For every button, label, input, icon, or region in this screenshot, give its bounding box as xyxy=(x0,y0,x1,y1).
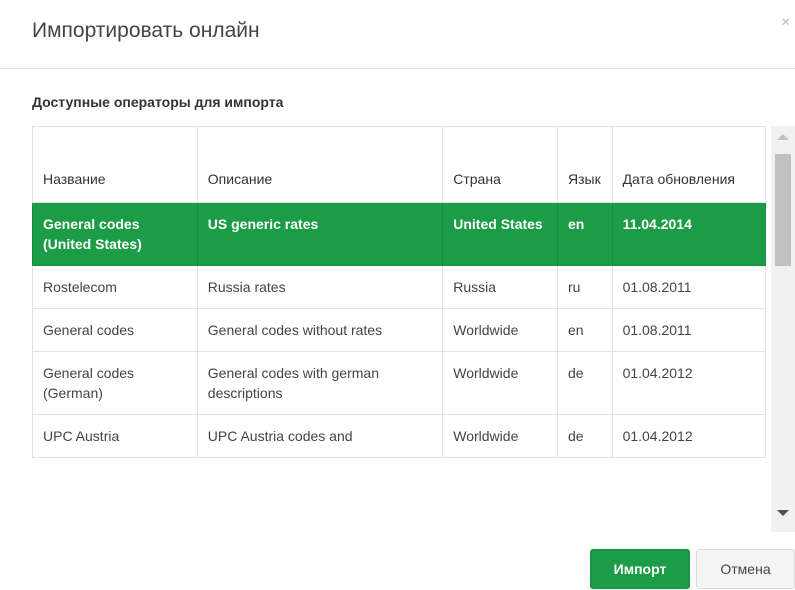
header-language[interactable]: Язык xyxy=(557,126,613,203)
cell-name: Rostelecom xyxy=(32,265,198,309)
scroll-down-arrow-icon[interactable] xyxy=(777,510,789,516)
cell-language: de xyxy=(557,351,613,415)
table-row[interactable]: UPC Austria UPC Austria codes and Worldw… xyxy=(32,414,766,458)
cell-date: 11.04.2014 xyxy=(611,202,766,266)
header-name[interactable]: Название xyxy=(32,126,198,203)
header-date[interactable]: Дата обновления xyxy=(611,126,766,203)
table-scrollbar[interactable] xyxy=(771,126,795,532)
cell-description: General codes with german descriptions xyxy=(196,351,444,415)
cell-name: General codes (German) xyxy=(32,351,198,415)
cell-name: UPC Austria xyxy=(32,414,198,458)
cell-name: General codes xyxy=(32,308,198,352)
cell-date: 01.04.2012 xyxy=(611,414,766,458)
close-icon[interactable]: × xyxy=(781,14,793,32)
cell-description: US generic rates xyxy=(196,202,444,266)
dialog-header: Импортировать онлайн × xyxy=(0,0,795,69)
header-country[interactable]: Страна xyxy=(442,126,559,203)
table-row[interactable]: General codes (German) General codes wit… xyxy=(32,351,766,415)
cell-description: UPC Austria codes and xyxy=(196,414,444,458)
cell-language: ru xyxy=(557,265,613,309)
cell-country: Russia xyxy=(442,265,559,309)
section-label: Доступные операторы для импорта xyxy=(32,94,284,110)
cancel-button[interactable]: Отмена xyxy=(696,549,795,589)
cell-language: de xyxy=(557,414,613,458)
cell-date: 01.08.2011 xyxy=(611,265,766,309)
table-row[interactable]: Rostelecom Russia rates Russia ru 01.08.… xyxy=(32,265,766,309)
cell-country: United States xyxy=(442,202,559,266)
operators-table: Название Описание Страна Язык Дата обнов… xyxy=(32,126,766,458)
cell-description: General codes without rates xyxy=(196,308,444,352)
cell-name: General codes (United States) xyxy=(32,202,198,266)
table-row[interactable]: General codes General codes without rate… xyxy=(32,308,766,352)
dialog-title: Импортировать онлайн xyxy=(32,19,260,42)
cell-language: en xyxy=(557,308,613,352)
scroll-up-arrow-icon[interactable] xyxy=(777,134,789,140)
header-description[interactable]: Описание xyxy=(196,126,444,203)
cell-date: 01.08.2011 xyxy=(611,308,766,352)
import-button[interactable]: Импорт xyxy=(590,549,690,589)
cell-country: Worldwide xyxy=(442,308,559,352)
scrollbar-thumb[interactable] xyxy=(775,154,791,266)
table-row[interactable]: General codes (United States) US generic… xyxy=(32,202,766,266)
cell-country: Worldwide xyxy=(442,351,559,415)
cell-description: Russia rates xyxy=(196,265,444,309)
cell-date: 01.04.2012 xyxy=(611,351,766,415)
operators-table-container[interactable]: Название Описание Страна Язык Дата обнов… xyxy=(32,126,766,532)
cell-country: Worldwide xyxy=(442,414,559,458)
cell-language: en xyxy=(557,202,613,266)
table-header-row: Название Описание Страна Язык Дата обнов… xyxy=(32,126,766,203)
